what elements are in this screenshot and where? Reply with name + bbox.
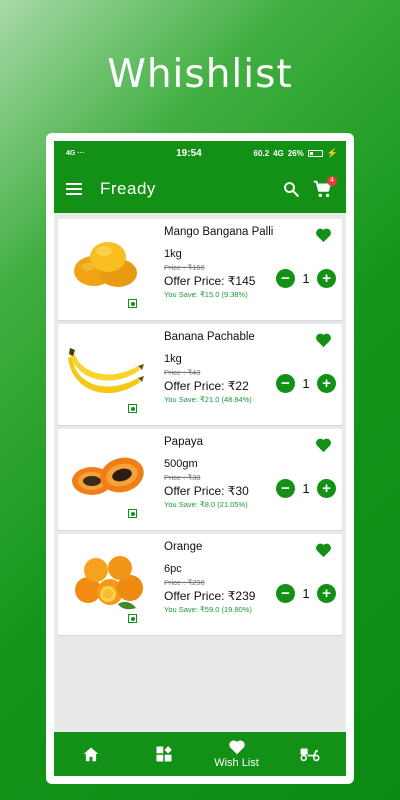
cart-count-badge: 4	[327, 176, 337, 186]
heart-icon	[228, 740, 245, 755]
product-offer-price: Offer Price: ₹30	[164, 484, 249, 498]
quantity-stepper: − 1 +	[276, 584, 336, 603]
status-signal: 4G	[273, 148, 284, 158]
veg-mark-icon	[128, 614, 137, 623]
quantity-stepper: − 1 +	[276, 374, 336, 393]
product-name: Banana Pachable	[164, 331, 255, 343]
product-original-price: Price : ₹298	[164, 578, 205, 587]
product-card-papaya[interactable]: Papaya 500gm Price : ₹38 Offer Price: ₹3…	[58, 429, 342, 530]
heart-icon[interactable]	[315, 332, 332, 348]
orange-image	[75, 556, 143, 610]
promo-title: Whishlist	[107, 52, 293, 97]
veg-mark-icon	[128, 299, 137, 308]
quantity-value: 1	[302, 586, 310, 601]
product-quantity: 500gm	[164, 458, 198, 470]
nav-orders[interactable]	[280, 746, 340, 762]
plus-icon[interactable]: +	[317, 479, 336, 498]
status-right: 60.2 4G 26% ⚡	[254, 148, 338, 159]
quantity-value: 1	[302, 376, 310, 391]
product-name: Orange	[164, 541, 203, 553]
nav-home[interactable]	[61, 746, 121, 762]
quantity-value: 1	[302, 271, 310, 286]
minus-icon[interactable]: −	[276, 584, 295, 603]
product-original-price: Price : ₹38	[164, 473, 201, 482]
heart-icon[interactable]	[315, 437, 332, 453]
app-screen: 4G ··· 19:54 60.2 4G 26% ⚡ Fready 4 Mang…	[54, 141, 346, 776]
veg-mark-icon	[128, 404, 137, 413]
status-notification-icons: 4G ···	[66, 149, 85, 157]
product-quantity: 1kg	[164, 353, 182, 365]
categories-icon	[156, 746, 172, 762]
status-left: 4G ···	[66, 150, 84, 157]
menu-icon[interactable]	[66, 183, 82, 195]
delivery-scooter-icon	[299, 748, 320, 762]
product-savings: You Save: ₹21.0 (48.84%)	[164, 395, 252, 404]
status-battery-text: 26%	[287, 148, 304, 158]
product-quantity: 6pc	[164, 563, 182, 575]
product-savings: You Save: ₹8.0 (21.05%)	[164, 500, 248, 509]
mango-image	[74, 242, 137, 287]
banana-image	[68, 348, 144, 394]
bottom-navigation: Wish List	[54, 732, 346, 776]
app-title: Fready	[100, 179, 156, 198]
status-net-speed: 60.2	[253, 148, 270, 158]
plus-icon[interactable]: +	[317, 269, 336, 288]
phone-frame: 4G ··· 19:54 60.2 4G 26% ⚡ Fready 4 Mang…	[46, 133, 354, 784]
product-savings: You Save: ₹59.0 (19.80%)	[164, 605, 252, 614]
charging-icon: ⚡	[326, 147, 338, 158]
status-time: 19:54	[176, 147, 202, 159]
product-offer-price: Offer Price: ₹145	[164, 274, 256, 288]
product-card-banana[interactable]: Banana Pachable 1kg Price : ₹43 Offer Pr…	[58, 324, 342, 425]
product-original-price: Price : ₹160	[164, 263, 205, 272]
app-bar: Fready 4	[54, 165, 346, 213]
nav-categories[interactable]	[134, 745, 194, 763]
product-quantity: 1kg	[164, 248, 182, 260]
product-card-mango[interactable]: Mango Bangana Palli 1kg Price : ₹160 Off…	[58, 219, 342, 320]
product-offer-price: Offer Price: ₹239	[164, 589, 256, 603]
product-offer-price: Offer Price: ₹22	[164, 379, 249, 393]
search-icon[interactable]	[282, 180, 300, 198]
wishlist-list: Mango Bangana Palli 1kg Price : ₹160 Off…	[54, 213, 346, 635]
minus-icon[interactable]: −	[276, 269, 295, 288]
veg-mark-icon	[128, 509, 137, 518]
plus-icon[interactable]: +	[317, 584, 336, 603]
battery-icon	[307, 149, 323, 157]
product-name: Papaya	[164, 436, 204, 448]
product-original-price: Price : ₹43	[164, 368, 201, 377]
product-name: Mango Bangana Palli	[164, 226, 274, 238]
nav-wishlist[interactable]: Wish List	[207, 739, 267, 769]
home-icon	[83, 747, 98, 762]
heart-icon[interactable]	[315, 542, 332, 558]
product-card-orange[interactable]: Orange 6pc Price : ₹298 Offer Price: ₹23…	[58, 534, 342, 635]
status-bar: 4G ··· 19:54 60.2 4G 26% ⚡	[54, 141, 346, 165]
plus-icon[interactable]: +	[317, 374, 336, 393]
quantity-value: 1	[302, 481, 310, 496]
product-savings: You Save: ₹15.0 (9.38%)	[164, 290, 248, 299]
minus-icon[interactable]: −	[276, 479, 295, 498]
nav-wishlist-label: Wish List	[214, 757, 259, 769]
heart-icon[interactable]	[315, 227, 332, 243]
papaya-image	[72, 457, 144, 495]
minus-icon[interactable]: −	[276, 374, 295, 393]
quantity-stepper: − 1 +	[276, 269, 336, 288]
quantity-stepper: − 1 +	[276, 479, 336, 498]
